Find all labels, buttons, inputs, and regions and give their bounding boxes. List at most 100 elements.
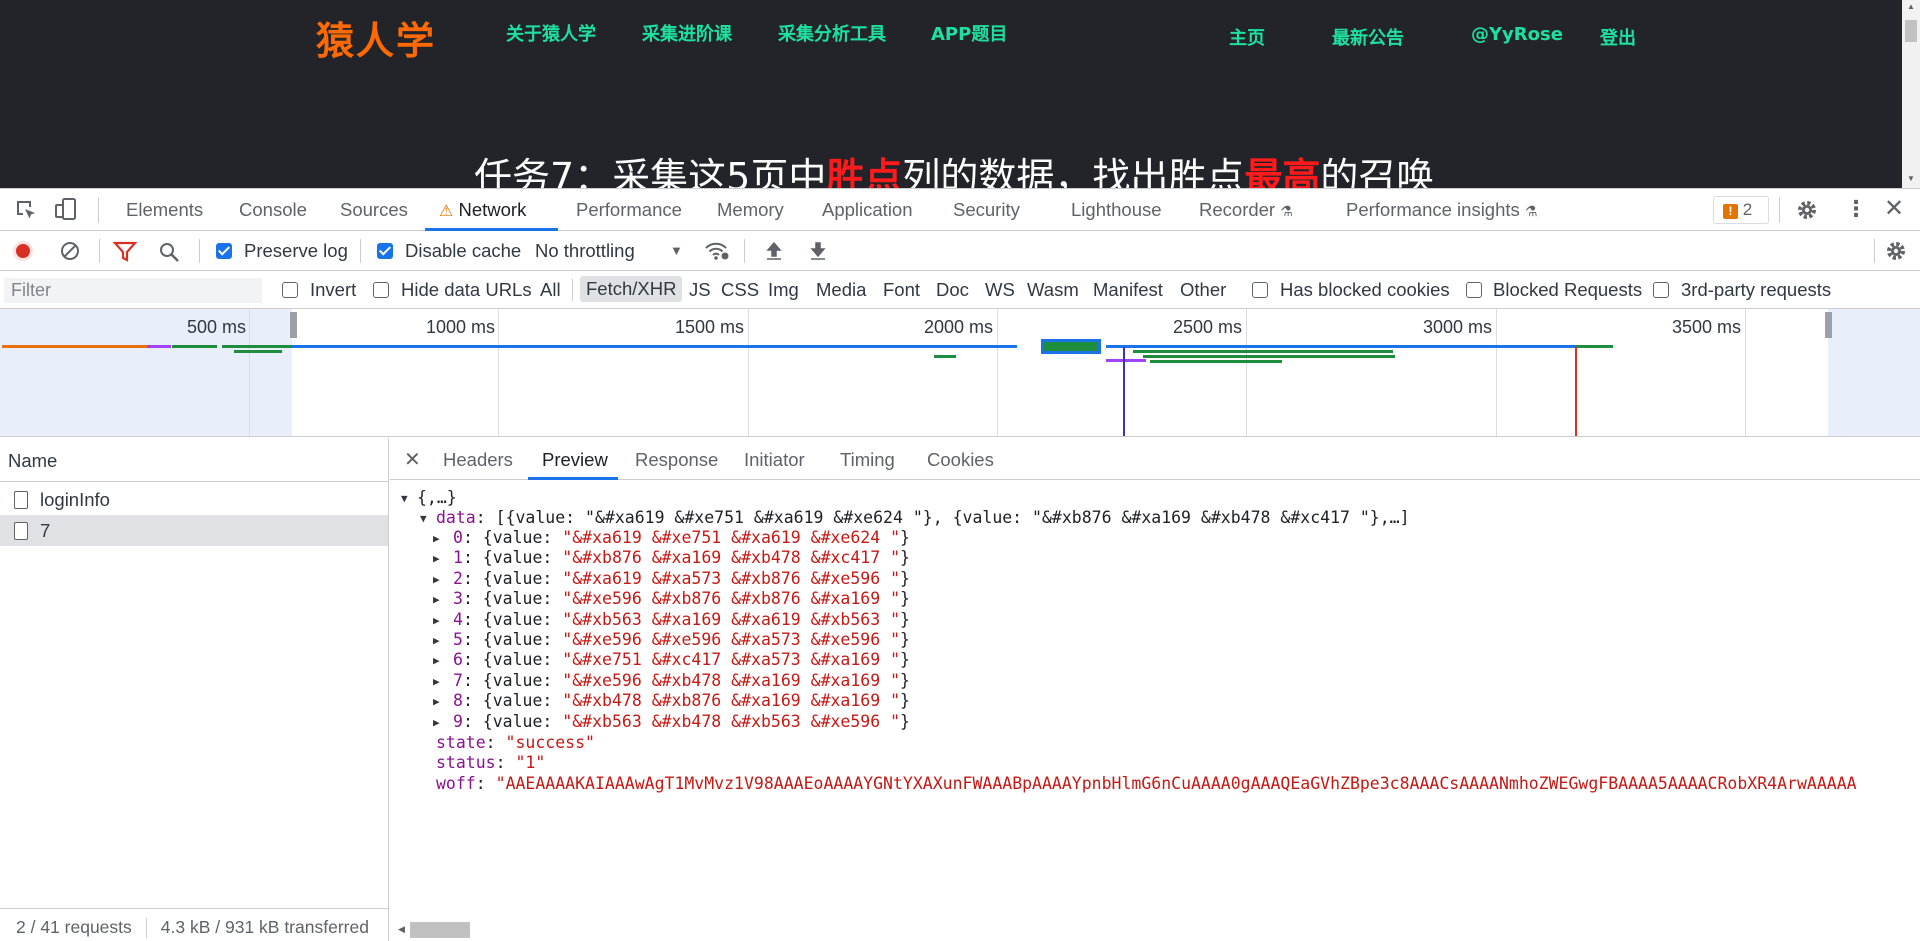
network-conditions-icon[interactable] — [704, 240, 730, 262]
tab-recorder[interactable]: Recorder ⚗ — [1199, 199, 1293, 221]
type-filter-doc[interactable]: Doc — [936, 279, 969, 301]
expand-triangle-icon[interactable]: ▶ — [433, 695, 440, 708]
tab-cookies[interactable]: Cookies — [927, 449, 994, 471]
scroll-left-icon[interactable]: ◀ — [398, 924, 405, 935]
request-row-7[interactable]: 7 — [0, 515, 388, 546]
tab-elements[interactable]: Elements — [126, 199, 203, 221]
scroll-down-icon[interactable]: ▼ — [1907, 174, 1915, 183]
type-filter-css[interactable]: CSS — [721, 279, 759, 301]
json-woff[interactable]: woff: "AAEAAAAKAIAAAwAgT1MvMvz1V98AAAEoA… — [436, 774, 1857, 793]
overview-left-handle[interactable] — [290, 312, 297, 338]
has-blocked-cookies-label[interactable]: Has blocked cookies — [1280, 279, 1450, 301]
json-array-item[interactable]: 3: {value: "&#xe596 &#xb876 &#xb876 &#xa… — [453, 589, 910, 608]
tab-timing[interactable]: Timing — [840, 449, 895, 471]
disable-cache-checkbox[interactable] — [377, 243, 393, 259]
selected-request-bar[interactable] — [1041, 339, 1101, 354]
record-button[interactable] — [13, 241, 33, 261]
third-party-label[interactable]: 3rd-party requests — [1681, 279, 1831, 301]
expand-triangle-icon[interactable]: ▶ — [433, 716, 440, 729]
device-toolbar-icon[interactable] — [54, 197, 78, 223]
expand-triangle-icon[interactable]: ▶ — [433, 573, 440, 586]
invert-label[interactable]: Invert — [310, 279, 356, 301]
json-array-item[interactable]: 5: {value: "&#xe596 &#xe596 &#xa573 &#xe… — [453, 630, 910, 649]
type-filter-wasm[interactable]: Wasm — [1027, 279, 1079, 301]
chevron-down-icon[interactable]: ▼ — [670, 244, 683, 257]
nav-about[interactable]: 关于猿人学 — [506, 20, 596, 46]
tab-network[interactable]: ⚠ Network — [439, 199, 526, 221]
nav-announcements[interactable]: 最新公告 — [1332, 24, 1404, 50]
disable-cache-label[interactable]: Disable cache — [405, 240, 521, 262]
json-array-item[interactable]: 7: {value: "&#xe596 &#xb478 &#xa169 &#xa… — [453, 671, 910, 690]
throttling-select[interactable]: No throttling — [535, 240, 635, 262]
tab-performance-insights[interactable]: Performance insights ⚗ — [1346, 199, 1537, 221]
import-har-icon[interactable] — [764, 240, 784, 262]
tab-preview[interactable]: Preview — [542, 449, 608, 471]
hide-data-urls-checkbox[interactable] — [373, 282, 389, 298]
json-preview-tree[interactable]: ▼ {,…} ▼ data: [{value: "&#xa619 &#xe751… — [390, 480, 1920, 910]
settings-gear-icon[interactable] — [1795, 198, 1819, 222]
inspect-element-icon[interactable] — [14, 198, 38, 222]
json-array-item[interactable]: 4: {value: "&#xb563 &#xa169 &#xa619 &#xb… — [453, 610, 910, 629]
json-array-item[interactable]: 0: {value: "&#xa619 &#xe751 &#xa619 &#xe… — [453, 528, 910, 547]
tab-initiator[interactable]: Initiator — [744, 449, 805, 471]
name-column-header[interactable]: Name — [0, 438, 388, 482]
expand-triangle-icon[interactable]: ▶ — [433, 654, 440, 667]
hide-data-urls-label[interactable]: Hide data URLs — [401, 279, 532, 301]
type-filter-media[interactable]: Media — [816, 279, 866, 301]
tab-headers[interactable]: Headers — [443, 449, 513, 471]
expand-triangle-icon[interactable]: ▶ — [433, 532, 440, 545]
json-array-item[interactable]: 6: {value: "&#xe751 &#xc417 &#xa573 &#xa… — [453, 650, 910, 669]
close-detail-icon[interactable]: ✕ — [404, 447, 421, 472]
third-party-checkbox[interactable] — [1653, 282, 1669, 298]
preserve-log-label[interactable]: Preserve log — [244, 240, 348, 262]
nav-app-problems[interactable]: APP题目 — [931, 20, 1007, 46]
tab-performance[interactable]: Performance — [576, 199, 682, 221]
json-array-item[interactable]: 1: {value: "&#xb876 &#xa169 &#xb478 &#xc… — [453, 548, 910, 567]
issues-badge[interactable]: ! 2 — [1713, 196, 1769, 224]
close-devtools-icon[interactable]: ✕ — [1884, 197, 1904, 221]
nav-home[interactable]: 主页 — [1229, 24, 1265, 50]
type-filter-all[interactable]: All — [540, 279, 561, 301]
nav-analysis-tools[interactable]: 采集分析工具 — [778, 20, 886, 46]
more-options-icon[interactable]: ⋮ — [1845, 198, 1867, 220]
filter-input[interactable]: Filter — [4, 278, 262, 303]
preview-horizontal-scrollbar[interactable]: ◀ — [390, 910, 1920, 941]
horizontal-scrollbar-thumb[interactable] — [410, 922, 470, 938]
network-settings-gear-icon[interactable] — [1884, 239, 1908, 263]
scroll-up-icon[interactable]: ▲ — [1907, 2, 1915, 11]
json-array-item[interactable]: 8: {value: "&#xb478 &#xb876 &#xa169 &#xa… — [453, 691, 910, 710]
filter-funnel-icon[interactable] — [113, 241, 137, 263]
site-logo[interactable]: 猿人学 — [316, 10, 436, 65]
nav-advanced-course[interactable]: 采集进阶课 — [642, 20, 732, 46]
json-state[interactable]: state: "success" — [436, 733, 595, 752]
type-filter-ws[interactable]: WS — [985, 279, 1015, 301]
expand-triangle-icon[interactable]: ▶ — [433, 675, 440, 688]
network-overview-timeline[interactable]: 500 ms 1000 ms 1500 ms 2000 ms 2500 ms 3… — [0, 309, 1920, 437]
tab-sources[interactable]: Sources — [340, 199, 408, 221]
type-filter-other[interactable]: Other — [1180, 279, 1226, 301]
json-status[interactable]: status: "1" — [436, 753, 545, 772]
tab-application[interactable]: Application — [822, 199, 913, 221]
nav-user[interactable]: @YyRose — [1471, 24, 1563, 45]
page-scrollbar[interactable]: ▲ ▼ — [1902, 0, 1920, 188]
blocked-requests-checkbox[interactable] — [1466, 282, 1482, 298]
type-filter-img[interactable]: Img — [768, 279, 799, 301]
type-filter-font[interactable]: Font — [883, 279, 920, 301]
page-scrollbar-thumb[interactable] — [1905, 20, 1917, 42]
type-filter-manifest[interactable]: Manifest — [1093, 279, 1163, 301]
expand-triangle-icon[interactable]: ▶ — [433, 552, 440, 565]
type-filter-fetch-xhr[interactable]: Fetch/XHR — [580, 276, 683, 302]
invert-checkbox[interactable] — [282, 282, 298, 298]
collapse-triangle-icon[interactable]: ▼ — [401, 492, 408, 505]
expand-triangle-icon[interactable]: ▶ — [433, 614, 440, 627]
preserve-log-checkbox[interactable] — [216, 243, 232, 259]
json-data-node[interactable]: data: [{value: "&#xa619 &#xe751 &#xa619 … — [436, 508, 1410, 527]
tab-console[interactable]: Console — [239, 199, 307, 221]
tab-lighthouse[interactable]: Lighthouse — [1071, 199, 1162, 221]
blocked-requests-label[interactable]: Blocked Requests — [1493, 279, 1642, 301]
request-row-logininfo[interactable]: loginInfo — [0, 484, 388, 515]
export-har-icon[interactable] — [808, 240, 828, 262]
expand-triangle-icon[interactable]: ▶ — [433, 634, 440, 647]
tab-security[interactable]: Security — [953, 199, 1020, 221]
tab-response[interactable]: Response — [635, 449, 718, 471]
